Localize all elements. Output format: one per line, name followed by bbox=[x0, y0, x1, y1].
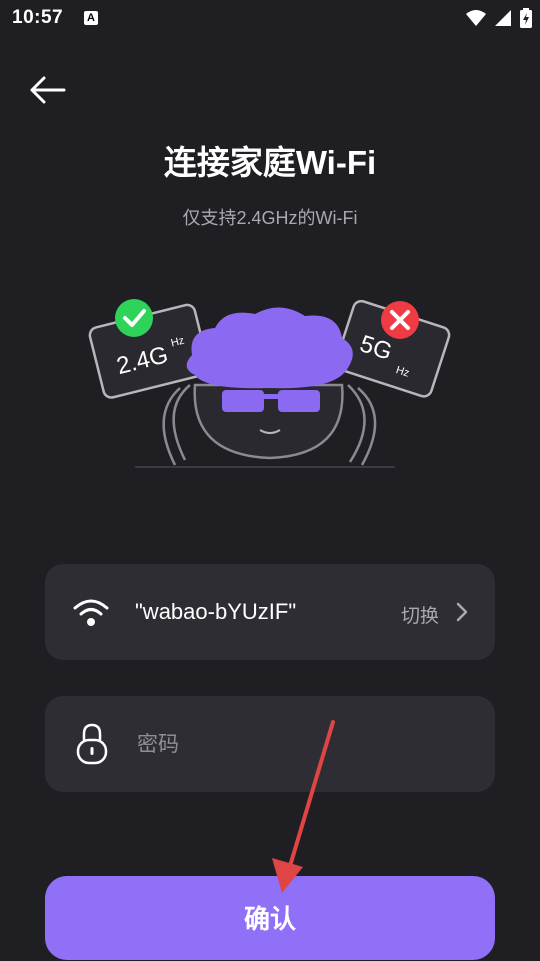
wifi-ssid: "wabao-bYUzIF" bbox=[135, 599, 297, 624]
wifi-signal-icon bbox=[466, 10, 486, 26]
confirm-button[interactable]: 确认 bbox=[45, 876, 495, 960]
switch-wifi-link[interactable]: 切换 bbox=[401, 601, 439, 628]
chevron-right-icon bbox=[456, 602, 468, 622]
notification-icon: A bbox=[84, 11, 98, 25]
page-subtitle: 仅支持2.4GHz的Wi-Fi bbox=[182, 208, 358, 228]
router-illustration: 2.4G Hz 5G Hz bbox=[88, 299, 451, 468]
check-icon bbox=[115, 299, 153, 337]
status-bar: 10:57 A bbox=[0, 0, 540, 36]
page-title: 连接家庭Wi-Fi bbox=[163, 144, 377, 181]
arrow-left-icon bbox=[30, 76, 66, 104]
status-time: 10:57 bbox=[12, 7, 64, 28]
status-icons bbox=[466, 8, 532, 28]
password-card bbox=[45, 696, 495, 792]
cell-signal-icon bbox=[495, 10, 511, 26]
back-button[interactable] bbox=[24, 70, 72, 110]
password-input[interactable] bbox=[135, 722, 459, 768]
battery-icon bbox=[520, 8, 532, 28]
lock-icon bbox=[76, 723, 108, 765]
wifi-icon bbox=[73, 599, 109, 626]
wifi-select-card[interactable]: "wabao-bYUzIF" 切换 bbox=[45, 564, 495, 660]
